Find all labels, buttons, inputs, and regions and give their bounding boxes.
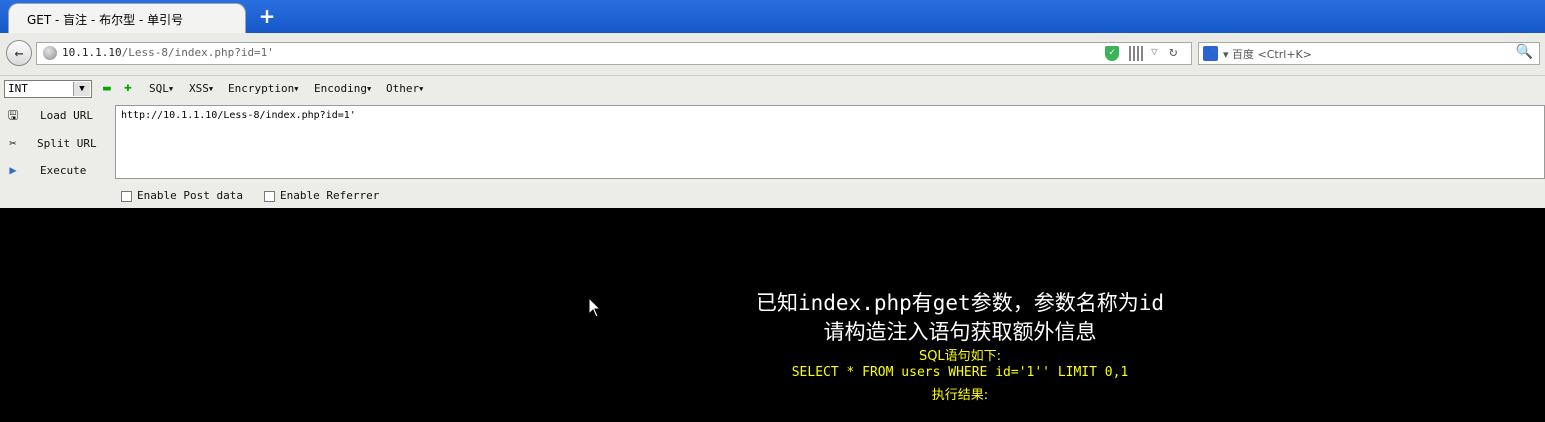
load-icon: 🖫 <box>7 108 19 122</box>
search-bar[interactable]: 🐾 ▾ 百度 <Ctrl+K> 🔍 <box>1198 42 1540 65</box>
hackbar-panel: INT ▼ ▬ ✚ SQL▼ XSS▼ Encryption▼ Encoding… <box>0 76 1545 208</box>
menu-encoding[interactable]: Encoding▼ <box>314 82 371 95</box>
result-heading: 执行结果: <box>931 388 989 403</box>
tab-title: GET - 盲注 - 布尔型 - 单引号 <box>27 13 184 27</box>
sql-statement: SELECT * FROM users WHERE id='1'' LIMIT … <box>791 365 1129 380</box>
enable-referrer-checkbox[interactable]: Enable Referrer <box>264 189 379 202</box>
minus-icon[interactable]: ▬ <box>103 81 111 96</box>
url-textarea[interactable]: http://10.1.1.10/Less-8/index.php?id=1' <box>115 105 1545 179</box>
plus-icon[interactable]: ✚ <box>124 80 132 95</box>
search-icon[interactable]: 🔍 <box>1516 44 1533 60</box>
url-path: /Less-8/index.php?id=1' <box>121 46 274 59</box>
scissors-icon: ✂ <box>9 136 17 150</box>
reload-icon[interactable]: ↻ <box>1169 44 1177 60</box>
chevron-down-icon[interactable]: ▽ <box>1151 45 1158 58</box>
menu-xss[interactable]: XSS▼ <box>189 82 213 95</box>
enable-post-checkbox[interactable]: Enable Post data <box>121 189 243 202</box>
back-button[interactable]: ← <box>6 40 32 66</box>
page-content: 已知index.php有get参数，参数名称为id 请构造注入语句获取额外信息 … <box>0 208 1545 422</box>
menu-sql[interactable]: SQL▼ <box>149 82 173 95</box>
menu-encryption[interactable]: Encryption▼ <box>228 82 298 95</box>
mouse-cursor-icon <box>588 297 602 318</box>
nav-bar: ← 10.1.1.10/Less-8/index.php?id=1' ✓ ▽ ↻… <box>0 33 1545 76</box>
back-arrow-icon: ← <box>14 44 24 62</box>
search-placeholder: ▾ 百度 <Ctrl+K> <box>1223 48 1312 61</box>
baidu-icon[interactable]: 🐾 <box>1203 46 1218 61</box>
sql-heading: SQL语句如下: <box>918 349 1002 364</box>
checkbox-box[interactable] <box>264 190 275 202</box>
url-host: 10.1.1.10 <box>62 46 122 59</box>
encoding-select-value: INT <box>8 82 28 95</box>
new-tab-button[interactable]: + <box>256 5 278 27</box>
play-icon: ▶ <box>9 163 17 177</box>
encoding-select[interactable]: INT ▼ <box>4 80 92 98</box>
checkbox-box[interactable] <box>121 190 132 202</box>
url-bar[interactable]: 10.1.1.10/Less-8/index.php?id=1' ✓ ▽ ↻ <box>36 42 1192 65</box>
menu-other[interactable]: Other▼ <box>386 82 423 95</box>
qr-code-icon[interactable] <box>1129 46 1144 61</box>
shield-icon[interactable]: ✓ <box>1105 46 1119 61</box>
info-line-2: 请构造注入语句获取额外信息 <box>823 320 1097 344</box>
tab-strip: GET - 盲注 - 布尔型 - 单引号 + <box>0 0 1545 33</box>
url-text: 10.1.1.10/Less-8/index.php?id=1' <box>62 46 274 59</box>
tab-active[interactable]: GET - 盲注 - 布尔型 - 单引号 <box>8 3 246 33</box>
globe-icon <box>43 46 57 60</box>
chevron-down-icon[interactable]: ▼ <box>73 82 90 96</box>
info-line-1: 已知index.php有get参数，参数名称为id <box>755 291 1164 315</box>
